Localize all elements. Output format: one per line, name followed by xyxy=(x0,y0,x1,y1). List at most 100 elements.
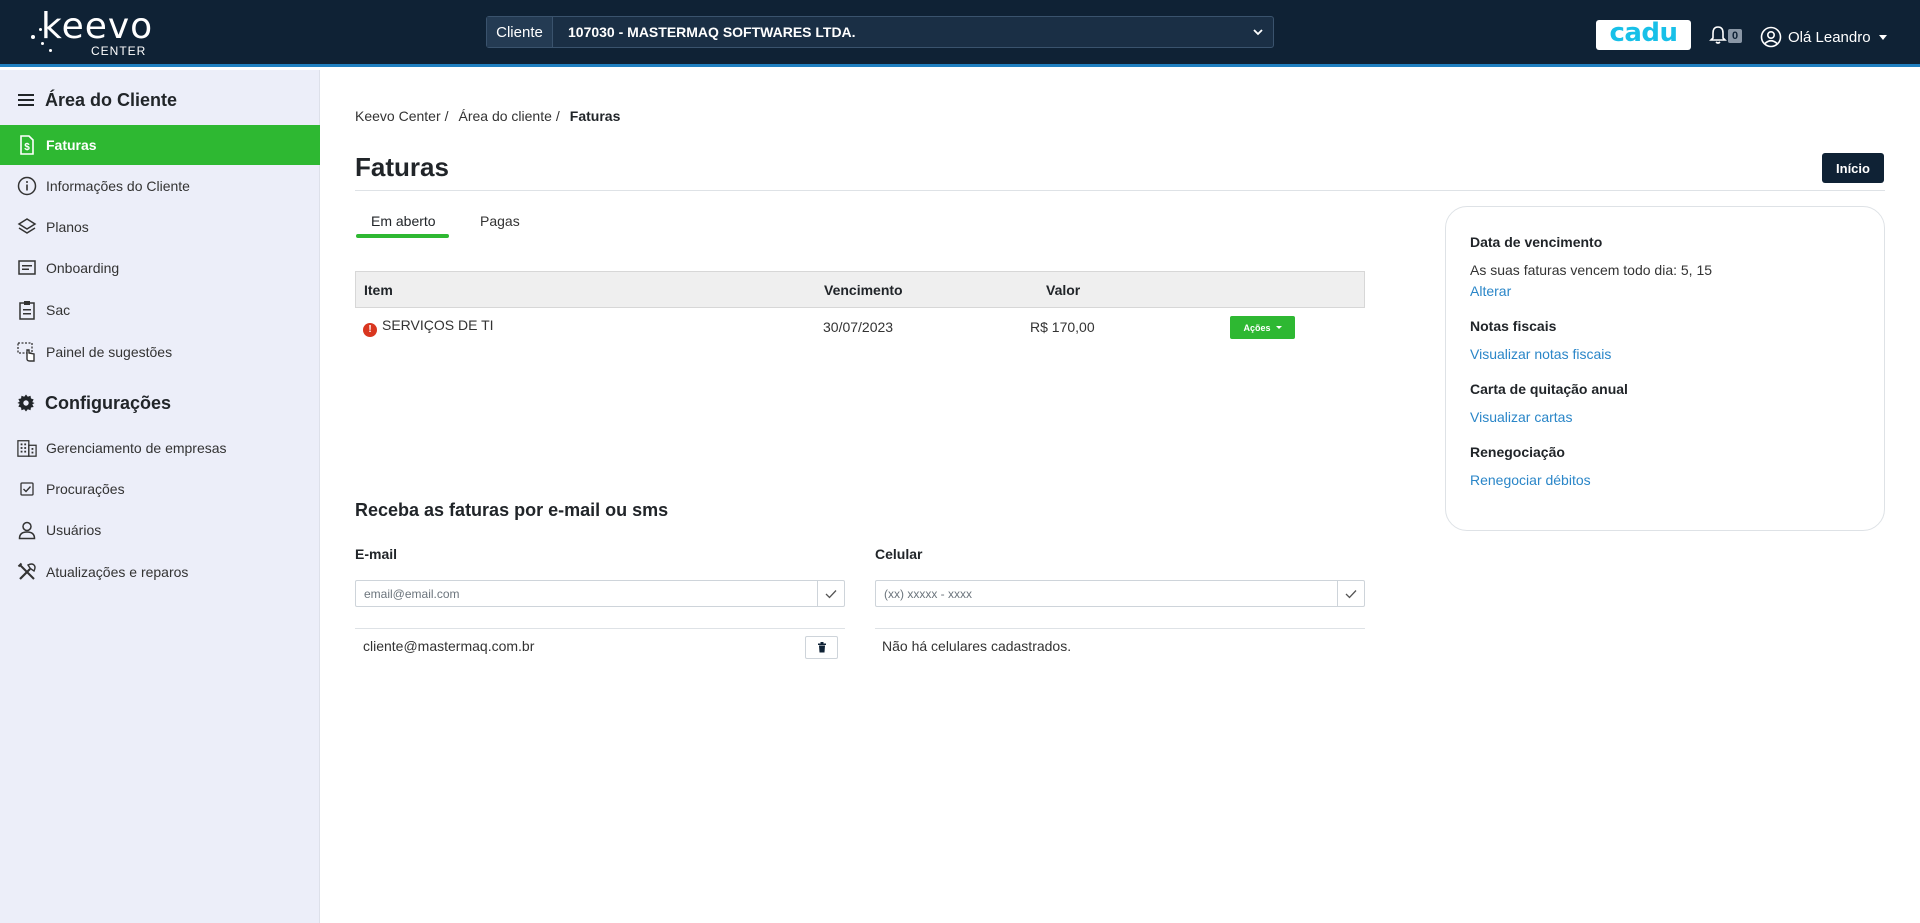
top-header: keevo CENTER Cliente 107030 - MASTERMAQ … xyxy=(0,0,1920,67)
table-header: Item Vencimento Valor xyxy=(355,271,1365,308)
client-select-label: Cliente xyxy=(487,17,553,47)
renegociacao-title: Renegociação xyxy=(1470,444,1565,460)
sidebar-item-label: Usuários xyxy=(46,522,102,538)
sidebar-item-label: Painel de sugestões xyxy=(46,344,173,360)
sidebar-item-painel-sugestoes[interactable]: Painel de sugestões xyxy=(0,332,320,372)
phone-input[interactable] xyxy=(876,581,1337,606)
notifications-section-title: Receba as faturas por e-mail ou sms xyxy=(355,500,669,520)
sidebar-item-informacoes[interactable]: Informações do Cliente xyxy=(0,166,320,206)
trash-icon xyxy=(817,642,826,653)
sidebar-item-sac[interactable]: Sac xyxy=(0,290,320,330)
sidebar-item-usuarios[interactable]: Usuários xyxy=(0,510,320,550)
column-header-item: Item xyxy=(364,281,393,298)
sidebar-section-title: Configurações xyxy=(45,392,172,413)
acoes-label: Ações xyxy=(1243,322,1271,333)
divider xyxy=(875,628,1365,629)
sidebar-item-label: Onboarding xyxy=(46,260,120,276)
layers-icon xyxy=(17,217,37,237)
inicio-button[interactable]: Início xyxy=(1822,153,1884,183)
breadcrumb-link-keevo-center[interactable]: Keevo Center xyxy=(355,108,441,124)
checkbox-icon xyxy=(17,479,37,499)
sidebar-item-label: Planos xyxy=(46,219,89,235)
chevron-down-icon[interactable] xyxy=(1243,17,1273,47)
visualizar-notas-link[interactable]: Visualizar notas fiscais xyxy=(1470,346,1611,362)
tab-em-aberto[interactable]: Em aberto xyxy=(371,213,436,229)
cell-item-text: SERVIÇOS DE TI xyxy=(382,317,494,334)
caret-down-icon xyxy=(1878,34,1887,40)
table-row: ! SERVIÇOS DE TI 30/07/2023 R$ 170,00 Açõ… xyxy=(355,308,1365,346)
due-date-text: As suas faturas vencem todo dia: 5, 15 xyxy=(1470,262,1713,278)
sidebar-item-procuracoes[interactable]: Procurações xyxy=(0,469,320,509)
sidebar-item-faturas[interactable]: $ Faturas xyxy=(0,125,320,165)
email-label: E-mail xyxy=(355,546,398,562)
divider xyxy=(355,190,1885,191)
cell-valor: R$ 170,00 xyxy=(1030,319,1095,335)
svg-text:$: $ xyxy=(24,142,30,153)
phone-empty-message: Não há celulares cadastrados. xyxy=(882,638,1072,654)
sidebar-item-gerenciamento-empresas[interactable]: Gerenciamento de empresas xyxy=(0,428,320,468)
keevo-center-logo[interactable]: keevo CENTER xyxy=(27,6,187,58)
divider xyxy=(355,628,845,629)
due-date-title: Data de vencimento xyxy=(1470,234,1603,250)
cadu-button[interactable]: cadu xyxy=(1596,18,1691,50)
bell-icon[interactable] xyxy=(1709,25,1727,45)
tab-pagas[interactable]: Pagas xyxy=(480,213,520,229)
client-select[interactable]: Cliente 107030 - MASTERMAQ SOFTWARES LTD… xyxy=(486,16,1274,48)
sidebar-section-title: Área do Cliente xyxy=(45,89,178,110)
email-list-item: cliente@mastermaq.com.br xyxy=(363,638,535,654)
phone-input-group xyxy=(875,580,1365,607)
active-tab-indicator xyxy=(356,234,449,238)
breadcrumb-current: Faturas xyxy=(569,108,621,124)
user-icon xyxy=(17,520,37,540)
sidebar-item-planos[interactable]: Planos xyxy=(0,207,320,247)
alterar-link[interactable]: Alterar xyxy=(1470,283,1511,299)
visualizar-cartas-link[interactable]: Visualizar cartas xyxy=(1470,409,1572,425)
sidebar-item-label: Atualizações e reparos xyxy=(46,564,189,580)
sidebar-item-label: Informações do Cliente xyxy=(46,178,190,194)
cell-vencimento: 30/07/2023 xyxy=(823,319,894,335)
phone-label: Celular xyxy=(875,546,923,562)
page-title: Faturas xyxy=(355,152,449,182)
carta-quitacao-title: Carta de quitação anual xyxy=(1470,381,1628,397)
column-header-vencimento: Vencimento xyxy=(824,281,903,298)
invoice-icon: $ xyxy=(17,135,37,155)
delete-email-button[interactable] xyxy=(805,636,838,659)
breadcrumb-link-area-cliente[interactable]: Área do cliente xyxy=(459,108,552,124)
notification-count-badge: 0 xyxy=(1728,29,1742,43)
sidebar-item-label: Gerenciamento de empresas xyxy=(46,440,227,456)
cadu-label: cadu xyxy=(1609,18,1678,48)
sidebar-item-onboarding[interactable]: Onboarding xyxy=(0,248,320,288)
sidebar-section-configuracoes[interactable]: Configurações xyxy=(17,388,171,418)
logo-subtext: CENTER xyxy=(91,44,147,58)
tools-icon xyxy=(17,562,37,582)
alert-icon: ! xyxy=(363,322,377,337)
email-input[interactable] xyxy=(356,581,817,606)
confirm-email-button[interactable] xyxy=(817,581,844,606)
user-menu[interactable]: Olá Leandro xyxy=(1760,26,1887,48)
building-icon xyxy=(17,438,37,458)
acoes-dropdown-button[interactable]: Ações xyxy=(1230,316,1295,339)
check-icon xyxy=(1345,589,1357,598)
invoice-info-card: Data de vencimento As suas faturas vence… xyxy=(1445,206,1885,531)
breadcrumb-separator: / xyxy=(444,108,449,124)
user-greeting: Olá Leandro xyxy=(1788,28,1871,46)
column-header-valor: Valor xyxy=(1046,281,1081,298)
renegociar-debitos-link[interactable]: Renegociar débitos xyxy=(1470,472,1591,488)
invoices-table: Item Vencimento Valor ! SERVIÇOS DE TI 30… xyxy=(355,271,1365,346)
clipboard-icon xyxy=(17,300,37,320)
check-icon xyxy=(825,589,837,598)
user-circle-icon xyxy=(1760,26,1782,48)
hamburger-menu-icon[interactable] xyxy=(17,91,35,109)
confirm-phone-button[interactable] xyxy=(1337,581,1364,606)
client-select-value[interactable]: 107030 - MASTERMAQ SOFTWARES LTDA. xyxy=(553,17,1243,47)
sidebar-item-label: Procurações xyxy=(46,481,125,497)
cell-item: ! SERVIÇOS DE TI xyxy=(363,317,494,337)
info-icon xyxy=(17,176,37,196)
sidebar-section-area-cliente[interactable]: Área do Cliente xyxy=(17,85,177,115)
email-input-group xyxy=(355,580,845,607)
sidebar-item-label: Faturas xyxy=(46,137,97,153)
logo-text: keevo xyxy=(41,6,154,47)
caret-down-icon xyxy=(1275,326,1282,329)
sidebar-item-atualizacoes[interactable]: Atualizações e reparos xyxy=(0,552,320,592)
onboarding-icon xyxy=(17,258,37,278)
